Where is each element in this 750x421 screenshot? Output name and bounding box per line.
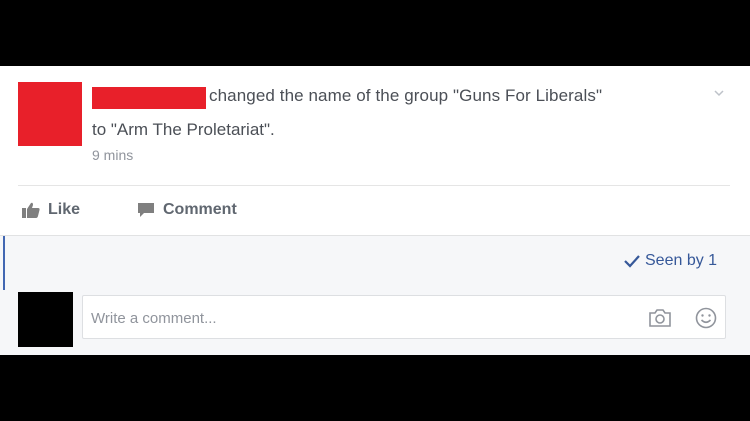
- story-text-line1: changed the name of the group "Guns For …: [209, 86, 603, 105]
- seen-label: Seen by 1: [645, 252, 718, 269]
- comment-input-box[interactable]: [82, 295, 726, 339]
- checkmark-icon: [624, 255, 640, 268]
- speech-bubble-icon: [138, 203, 154, 217]
- divider: [18, 185, 730, 186]
- like-label: Like: [48, 201, 81, 218]
- camera-icon[interactable]: [649, 309, 671, 327]
- commenter-avatar[interactable]: [18, 292, 73, 347]
- comment-section: Seen by 1: [0, 235, 750, 355]
- redacted-author-name[interactable]: [92, 87, 206, 109]
- comment-label: Comment: [163, 201, 237, 218]
- like-button[interactable]: Like: [22, 201, 80, 219]
- comment-button[interactable]: Comment: [137, 201, 237, 219]
- smiley-icon[interactable]: [695, 307, 717, 329]
- comment-input[interactable]: [89, 306, 613, 330]
- story-text-line2: to "Arm The Proletariat".: [92, 120, 275, 139]
- redacted-avatar[interactable]: [18, 82, 82, 146]
- story-timestamp[interactable]: 9 mins: [92, 147, 133, 163]
- feed-story-card: changed the name of the group "Guns For …: [0, 66, 750, 355]
- seen-by-indicator[interactable]: Seen by 1: [624, 252, 717, 270]
- focus-indicator: [3, 236, 5, 290]
- thumbs-up-icon: [22, 202, 40, 218]
- chevron-down-icon[interactable]: [714, 88, 724, 98]
